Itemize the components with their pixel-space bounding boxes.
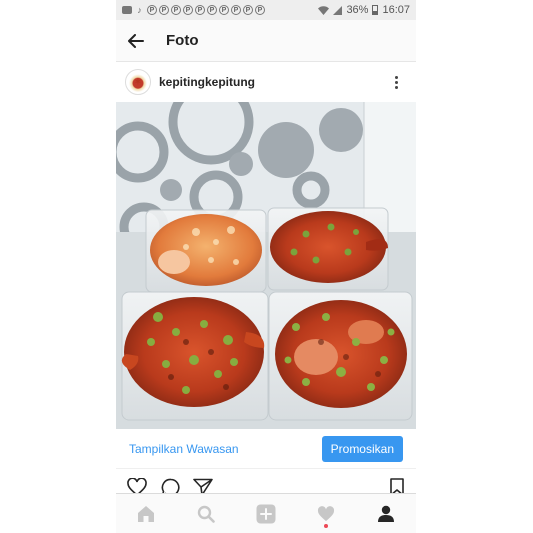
post-photo[interactable] (116, 102, 416, 429)
more-options-button[interactable] (386, 72, 406, 92)
promote-button[interactable]: Promosikan (321, 435, 403, 462)
post-header: ✶ kepitingkepitung (116, 62, 416, 102)
bottom-nav (116, 493, 416, 533)
activity-icon (317, 505, 335, 521)
back-button[interactable] (116, 20, 156, 62)
clock: 16:07 (382, 4, 410, 16)
status-bar: ♪ P P P P P P P P P P 36% 16:07 (116, 0, 416, 20)
p-icon: P (255, 5, 265, 15)
p-icon: P (183, 5, 193, 15)
message-icon (122, 6, 132, 14)
avatar[interactable]: ✶ (125, 69, 151, 95)
search-icon (197, 505, 215, 523)
insights-row: Tampilkan Wawasan Promosikan (116, 429, 416, 469)
mute-icon: ♪ (137, 4, 142, 15)
battery-icon (372, 5, 379, 15)
notification-dot (324, 524, 328, 528)
add-post-icon (256, 504, 276, 523)
nav-home[interactable] (116, 494, 176, 533)
p-icon: P (195, 5, 205, 15)
wifi-icon (318, 5, 330, 15)
nav-activity[interactable] (296, 494, 356, 533)
food-photo (116, 102, 416, 429)
post-username[interactable]: kepitingkepitung (159, 75, 255, 89)
crab-logo-icon: ✶ (133, 76, 143, 88)
more-dot-icon (394, 85, 398, 89)
p-icon: P (243, 5, 253, 15)
profile-icon (378, 505, 394, 522)
back-arrow-icon (128, 33, 144, 48)
nav-add[interactable] (236, 494, 296, 533)
app-header: Foto (116, 20, 416, 62)
view-insights-link[interactable]: Tampilkan Wawasan (129, 442, 239, 456)
status-right: 36% 16:07 (318, 4, 410, 16)
p-icon: P (171, 5, 181, 15)
nav-search[interactable] (176, 494, 236, 533)
more-dot-icon (394, 75, 398, 79)
battery-percent: 36% (346, 4, 369, 16)
p-icon: P (159, 5, 169, 15)
phone-screen: ♪ P P P P P P P P P P 36% 16:07 Foto ✶ k… (116, 0, 416, 533)
more-dot-icon (394, 80, 398, 84)
notification-icons: ♪ P P P P P P P P P P (122, 5, 318, 16)
home-icon (138, 505, 154, 522)
p-icon: P (231, 5, 241, 15)
p-icon: P (147, 5, 157, 15)
p-icon: P (219, 5, 229, 15)
post-actions (116, 474, 416, 496)
p-icon: P (207, 5, 217, 15)
page-title: Foto (166, 32, 199, 49)
signal-icon (333, 5, 343, 15)
nav-profile[interactable] (356, 494, 416, 533)
